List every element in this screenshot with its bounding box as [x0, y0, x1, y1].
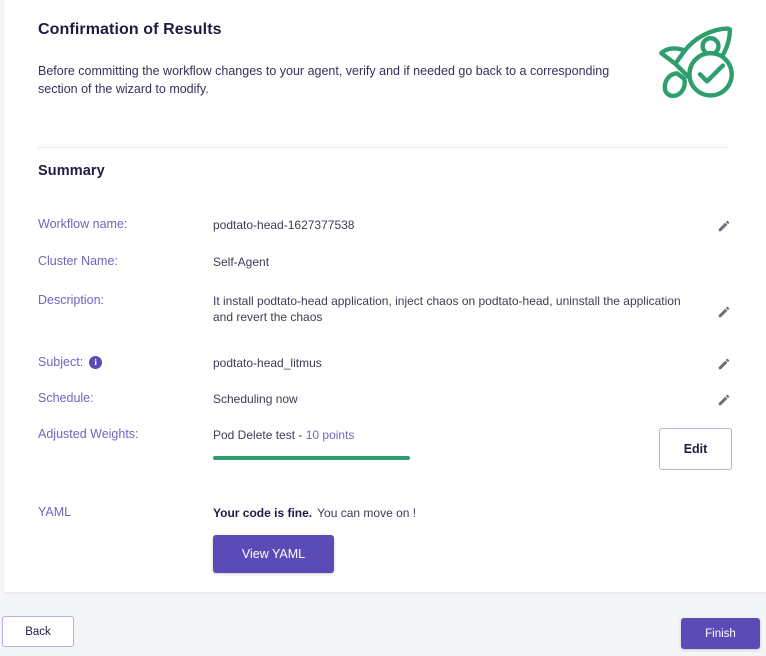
- edit-subject-pencil-icon[interactable]: [714, 354, 734, 374]
- row-workflow-name: Workflow name: podtato-head-1627377538: [4, 214, 766, 240]
- page-title: Confirmation of Results: [38, 21, 222, 38]
- summary-rows: Workflow name: podtato-head-1627377538 C…: [4, 214, 766, 573]
- value-adjusted-weights: Pod Delete test - 10 points: [213, 424, 732, 460]
- rocket-check-icon: [656, 18, 744, 106]
- value-yaml: Your code is fine. You can move on ! View…: [213, 502, 732, 573]
- row-schedule: Schedule: Scheduling now: [4, 388, 766, 414]
- value-cluster-name: Self-Agent: [213, 255, 270, 269]
- wizard-footer: Back: [0, 596, 766, 656]
- finish-button[interactable]: Finish: [681, 618, 760, 649]
- yaml-status-rest: You can move on !: [317, 506, 417, 520]
- edit-weights-button[interactable]: Edit: [659, 428, 732, 470]
- section-divider: [38, 147, 728, 148]
- back-button[interactable]: Back: [2, 616, 74, 647]
- yaml-status-strong: Your code is fine.: [213, 506, 313, 520]
- row-subject: Subject: i podtato-head_litmus: [4, 352, 766, 378]
- label-workflow-name: Workflow name:: [38, 217, 128, 231]
- label-schedule: Schedule:: [38, 391, 94, 405]
- value-description: It install podtato-head application, inj…: [213, 294, 681, 324]
- label-cluster-name: Cluster Name:: [38, 254, 118, 268]
- label-description: Description:: [38, 293, 104, 307]
- label-subject: Subject: i: [38, 352, 213, 371]
- weights-progress-bar: [213, 456, 410, 460]
- edit-description-pencil-icon[interactable]: [714, 302, 734, 322]
- row-description: Description: It install podtato-head app…: [4, 290, 766, 325]
- weights-test-name: Pod Delete test -: [213, 428, 306, 442]
- value-schedule: Scheduling now: [213, 392, 298, 406]
- edit-schedule-pencil-icon[interactable]: [714, 390, 734, 410]
- label-subject-text: Subject:: [38, 355, 84, 369]
- value-subject: podtato-head_litmus: [213, 356, 322, 370]
- row-adjusted-weights: Adjusted Weights: Pod Delete test - 10 p…: [4, 424, 766, 470]
- row-cluster-name: Cluster Name: Self-Agent: [4, 251, 766, 277]
- label-adjusted-weights: Adjusted Weights:: [38, 427, 139, 441]
- weights-points: 10 points: [305, 428, 355, 442]
- confirmation-card: Confirmation of Results Before committin…: [4, 0, 766, 592]
- info-icon[interactable]: i: [89, 356, 103, 369]
- label-yaml: YAML: [38, 505, 72, 519]
- view-yaml-button[interactable]: View YAML: [213, 535, 334, 573]
- edit-workflow-name-pencil-icon[interactable]: [714, 216, 734, 236]
- page-description: Before committing the workflow changes t…: [38, 64, 610, 96]
- header-block: Confirmation of Results Before committin…: [38, 20, 730, 98]
- value-workflow-name: podtato-head-1627377538: [213, 218, 355, 232]
- summary-heading: Summary: [38, 163, 105, 179]
- row-yaml: YAML Your code is fine. You can move on !…: [4, 502, 766, 573]
